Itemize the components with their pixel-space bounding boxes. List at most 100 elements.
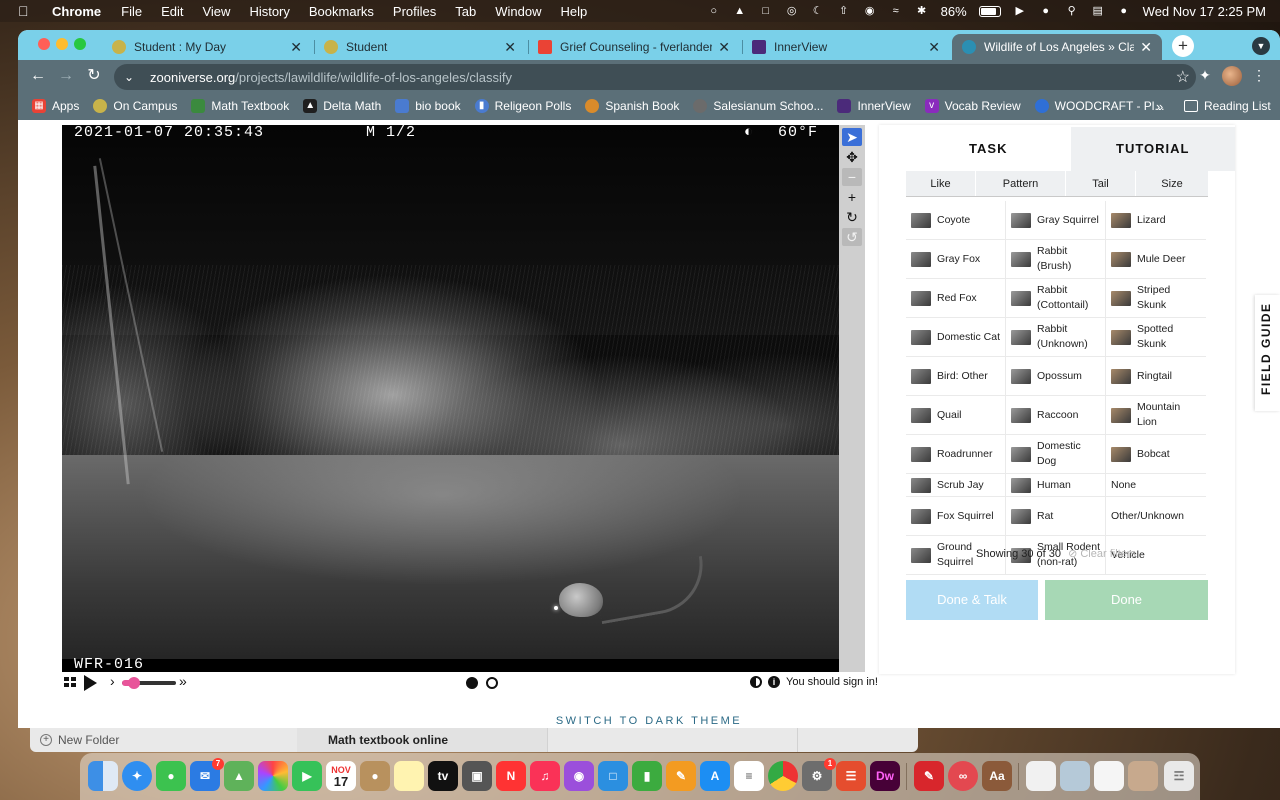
switch-theme-link[interactable]: SWITCH TO DARK THEME xyxy=(18,715,1280,727)
close-icon[interactable]: ✕ xyxy=(718,39,730,56)
zoom-out-icon[interactable]: − xyxy=(842,168,862,186)
frame-1-dot[interactable] xyxy=(466,677,478,689)
numbers-icon[interactable]: ▮ xyxy=(632,761,662,791)
bookmark-vocab-review[interactable]: v Vocab Review xyxy=(924,99,1021,113)
upload-icon[interactable]: ⇧ xyxy=(837,4,851,18)
reset-view-icon[interactable]: ↺ xyxy=(842,228,862,246)
bookmark-salesianum[interactable]: Salesianum Schoo... xyxy=(693,99,823,113)
pointer-tool-icon[interactable]: ➤ xyxy=(842,128,862,146)
species-option[interactable]: Rabbit (Unknown) xyxy=(1006,318,1106,356)
contacts-icon[interactable]: ● xyxy=(360,761,390,791)
todoist-icon[interactable]: ☰ xyxy=(836,761,866,791)
apple-menu-icon[interactable]:  xyxy=(18,3,38,19)
contrast-icon[interactable] xyxy=(750,676,762,688)
music-icon[interactable]: ♫ xyxy=(530,761,560,791)
species-option[interactable]: Ringtail xyxy=(1106,357,1206,395)
field-guide-tab[interactable]: FIELD GUIDE xyxy=(1255,295,1280,411)
menu-app-name[interactable]: Chrome xyxy=(52,4,101,19)
species-option[interactable]: Mountain Lion xyxy=(1106,396,1206,434)
dreamweaver-icon[interactable]: Dw xyxy=(870,761,900,791)
back-arrow-icon[interactable]: ← xyxy=(28,66,48,86)
tab-student[interactable]: Student ✕ xyxy=(314,34,526,60)
finder-icon[interactable] xyxy=(88,761,118,791)
bookmark-woodcraft[interactable]: WOODCRAFT - Pl... xyxy=(1034,99,1164,113)
tab-innerview[interactable]: InnerView ✕ xyxy=(742,34,950,60)
done-button[interactable]: Done xyxy=(1045,580,1208,620)
siri-icon[interactable]: ● xyxy=(1117,4,1131,18)
species-option[interactable]: Lizard xyxy=(1106,201,1206,239)
speed-slider-thumb[interactable] xyxy=(127,677,140,689)
downloads-stack-icon[interactable] xyxy=(1060,761,1090,791)
app-store-icon[interactable]: A xyxy=(700,761,730,791)
filter-tail[interactable]: Tail xyxy=(1066,171,1136,196)
species-option[interactable]: Bobcat xyxy=(1106,435,1206,473)
move-tool-icon[interactable]: ✥ xyxy=(842,148,862,166)
tab-student-my-day[interactable]: Student : My Day ✕ xyxy=(102,34,312,60)
species-option[interactable]: None xyxy=(1106,474,1206,496)
photos-icon[interactable] xyxy=(258,761,288,791)
close-icon[interactable]: ✕ xyxy=(290,39,302,56)
filter-like[interactable]: Like xyxy=(906,171,976,196)
number-five-icon[interactable]: □ xyxy=(759,4,773,18)
bookmark-religeon-polls[interactable]: ▮ Religeon Polls xyxy=(474,99,571,113)
keynote-icon[interactable]: □ xyxy=(598,761,628,791)
menu-file[interactable]: File xyxy=(121,4,142,19)
done-and-talk-button[interactable]: Done & Talk xyxy=(906,580,1038,620)
forward-arrow-icon[interactable]: → xyxy=(56,66,76,86)
menu-view[interactable]: View xyxy=(202,4,230,19)
zoom-in-icon[interactable]: + xyxy=(842,188,862,206)
bookmark-delta-math[interactable]: ▲ Delta Math xyxy=(303,99,381,113)
news-icon[interactable]: N xyxy=(496,761,526,791)
new-tab-button[interactable]: + xyxy=(1172,35,1194,57)
creative-cloud-icon[interactable]: ○ xyxy=(707,4,721,18)
tab-search-button[interactable]: ▼ xyxy=(1252,37,1270,55)
new-folder-button[interactable]: + New Folder xyxy=(40,733,119,747)
bookmark-apps[interactable]: ▦ Apps xyxy=(32,99,79,113)
menu-help[interactable]: Help xyxy=(561,4,588,19)
photo-booth-icon[interactable]: ▣ xyxy=(462,761,492,791)
bookmark-innerview[interactable]: InnerView xyxy=(837,99,911,113)
species-option[interactable]: Quail xyxy=(906,396,1006,434)
species-option[interactable]: Domestic Cat xyxy=(906,318,1006,356)
species-option[interactable]: Rat xyxy=(1006,497,1106,535)
menu-edit[interactable]: Edit xyxy=(161,4,183,19)
notes-icon[interactable] xyxy=(394,761,424,791)
calendar-icon[interactable]: NOV 17 xyxy=(326,761,356,791)
flipbook-grid-icon[interactable] xyxy=(64,677,76,687)
pages-icon[interactable]: ✎ xyxy=(666,761,696,791)
filter-size[interactable]: Size xyxy=(1136,171,1208,196)
facetime-icon[interactable]: ▶ xyxy=(292,761,322,791)
control-center-icon[interactable]: ▤ xyxy=(1091,4,1105,18)
system-preferences-icon[interactable]: ⚙ 1 xyxy=(802,758,836,791)
wifi-icon[interactable]: ▶ xyxy=(1013,4,1027,18)
clock[interactable]: Wed Nov 17 2:25 PM xyxy=(1143,4,1266,19)
chrome-menu-icon[interactable]: ⋮ xyxy=(1250,67,1268,85)
bookmark-math-textbook[interactable]: Math Textbook xyxy=(191,99,289,113)
window-fullscreen-button[interactable] xyxy=(74,38,86,50)
reminders-icon[interactable]: ≡ xyxy=(734,761,764,791)
frame-2-dot[interactable] xyxy=(486,677,498,689)
species-option[interactable]: Gray Fox xyxy=(906,240,1006,278)
species-option[interactable]: Scrub Jay xyxy=(906,474,1006,496)
species-option[interactable]: Gray Squirrel xyxy=(1006,201,1106,239)
battery-icon[interactable] xyxy=(978,5,1001,17)
signin-notice[interactable]: You should sign in! xyxy=(786,676,878,688)
species-option[interactable]: Striped Skunk xyxy=(1106,279,1206,317)
apple-tv-icon[interactable]: tv xyxy=(428,761,458,791)
window-close-button[interactable] xyxy=(38,38,50,50)
species-option[interactable]: Fox Squirrel xyxy=(906,497,1006,535)
messages-icon[interactable]: ● xyxy=(156,761,186,791)
info-icon[interactable]: i xyxy=(768,676,780,688)
site-info-icon[interactable]: ⌄ xyxy=(124,70,138,84)
trash-icon[interactable]: ☲ xyxy=(1164,761,1194,791)
extensions-puzzle-icon[interactable]: ✦ xyxy=(1196,67,1214,85)
clear-filters-button[interactable]: ⊘ Clear filters xyxy=(1068,548,1136,560)
menu-window[interactable]: Window xyxy=(495,4,541,19)
bookmark-spanish-book[interactable]: Spanish Book xyxy=(585,99,679,113)
species-option[interactable]: Roadrunner xyxy=(906,435,1006,473)
creative-cloud-icon[interactable]: ∞ xyxy=(948,761,978,791)
podcasts-icon[interactable]: ◉ xyxy=(564,761,594,791)
finder-selected-item[interactable]: Math textbook online xyxy=(297,728,547,752)
search-icon[interactable]: ⚲ xyxy=(1065,4,1079,18)
species-option[interactable]: Rabbit (Cottontail) xyxy=(1006,279,1106,317)
